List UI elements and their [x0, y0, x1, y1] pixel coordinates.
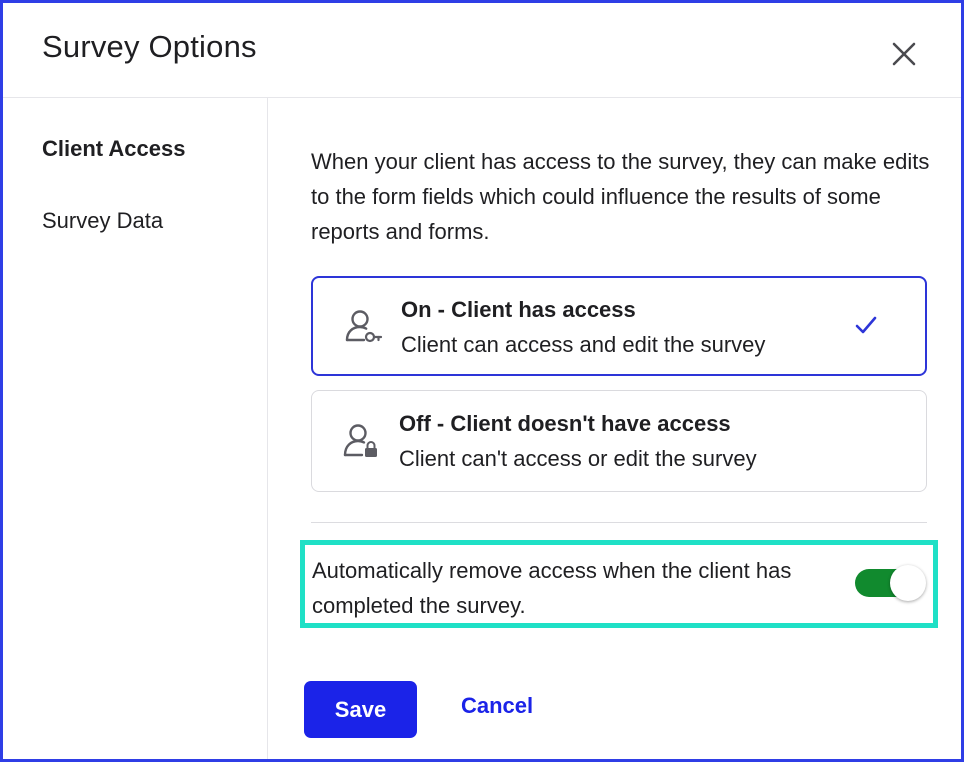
- survey-options-dialog: Survey Options Client Access Survey Data…: [0, 0, 964, 762]
- auto-remove-toggle[interactable]: [855, 565, 927, 601]
- cancel-button[interactable]: Cancel: [461, 693, 533, 719]
- option-title: On - Client has access: [401, 297, 636, 322]
- user-key-icon: [345, 310, 383, 343]
- option-subtitle: Client can't access or edit the survey: [399, 446, 757, 471]
- sidebar-item-survey-data[interactable]: Survey Data: [42, 208, 163, 234]
- dialog-title: Survey Options: [42, 29, 257, 64]
- toggle-knob: [890, 565, 926, 601]
- section-divider: [311, 522, 927, 523]
- sidebar: Client Access Survey Data: [3, 98, 268, 759]
- main-panel: When your client has access to the surve…: [268, 98, 961, 759]
- save-button[interactable]: Save: [304, 681, 417, 738]
- dialog-header: Survey Options: [3, 3, 961, 98]
- option-client-no-access[interactable]: Off - Client doesn't have access Client …: [311, 390, 927, 492]
- access-description: When your client has access to the surve…: [311, 149, 930, 244]
- option-subtitle: Client can access and edit the survey: [401, 332, 766, 357]
- option-title: Off - Client doesn't have access: [399, 411, 731, 436]
- option-client-has-access[interactable]: On - Client has access Client can access…: [311, 276, 927, 376]
- sidebar-item-client-access[interactable]: Client Access: [42, 136, 185, 162]
- checkmark-icon: [855, 316, 877, 334]
- close-icon[interactable]: [887, 37, 921, 71]
- auto-remove-label: Automatically remove access when the cli…: [312, 558, 792, 618]
- user-lock-icon: [343, 424, 377, 457]
